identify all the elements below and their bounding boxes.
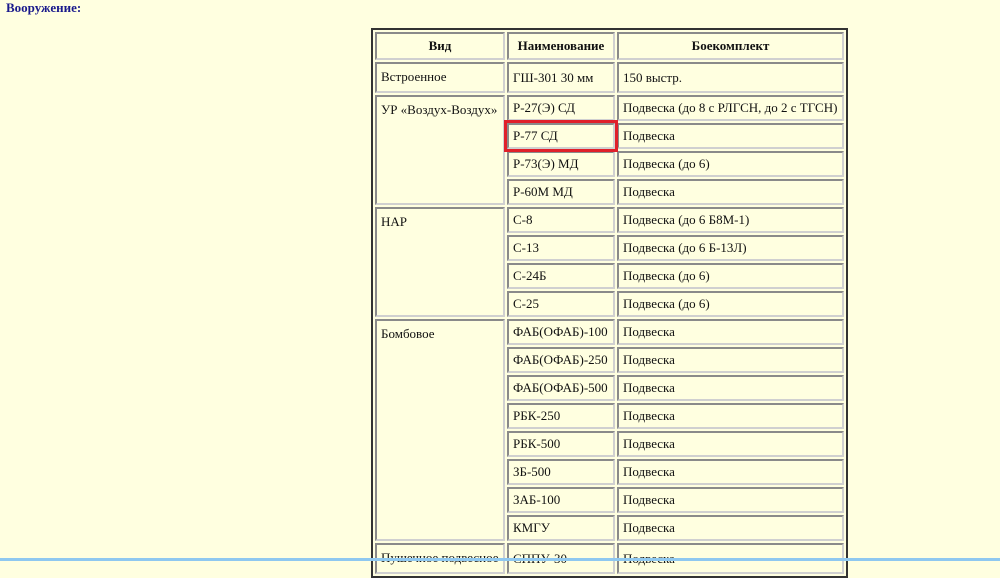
header-ammo: Боекомплект (617, 32, 844, 60)
cell-kind: Бомбовое (375, 319, 505, 541)
cell-ammo: Подвеска (617, 515, 844, 541)
cell-ammo: Подвеска (до 6) (617, 291, 844, 317)
cell-name: ФАБ(ОФАБ)-100 (507, 319, 615, 345)
header-kind: Вид (375, 32, 505, 60)
cell-kind: НАР (375, 207, 505, 317)
cell-ammo: Подвеска (до 6) (617, 151, 844, 177)
cell-ammo: Подвеска (до 8 с РЛГСН, до 2 с ТГСН) (617, 95, 844, 121)
cell-name-highlighted: Р-77 СД (504, 120, 618, 152)
cell-name: ФАБ(ОФАБ)-500 (507, 375, 615, 401)
table-row: НАР С-8 Подвеска (до 6 Б8М-1) (375, 207, 844, 317)
cell-ammo: Подвеска (617, 487, 844, 513)
cell-name: ЗБ-500 (507, 459, 615, 485)
cell-ammo: Подвеска (до 6 Б8М-1) (617, 207, 844, 233)
cell-ammo: Подвеска (617, 123, 844, 149)
cell-ammo: Подвеска (до 6 Б-13Л) (617, 235, 844, 261)
cell-ammo: Подвеска (617, 347, 844, 373)
cell-name: Р-60М МД (507, 179, 615, 205)
cell-name: С-13 (507, 235, 615, 261)
cell-name: ФАБ(ОФАБ)-250 (507, 347, 615, 373)
cell-ammo: Подвеска (617, 179, 844, 205)
cell-kind: УР «Воздух-Воздух» (375, 95, 505, 205)
section-title: Вооружение: (6, 0, 82, 15)
table-row: УР «Воздух-Воздух» Р-27(Э) СД Подвеска (до… (375, 95, 844, 205)
cell-name: Р-73(Э) МД (507, 151, 615, 177)
header-name: Наименование (507, 32, 615, 60)
cell-name: ГШ-301 30 мм (507, 62, 615, 93)
cell-name: Р-27(Э) СД (507, 95, 615, 121)
cell-ammo: Подвеска (617, 459, 844, 485)
cell-name: КМГУ (507, 515, 615, 541)
cell-name: С-8 (507, 207, 615, 233)
armament-table: Вид Наименование Боекомплект Встроенное Г… (371, 28, 848, 578)
cell-name: РБК-500 (507, 431, 615, 457)
cell-name: ЗАБ-100 (507, 487, 615, 513)
table-row: Бомбовое ФАБ(ОФАБ)-100 Подвеска (375, 319, 844, 541)
cell-kind: Встроенное (375, 62, 505, 93)
cell-name: С-24Б (507, 263, 615, 289)
cell-ammo: Подвеска (617, 375, 844, 401)
cell-ammo: 150 выстр. (617, 62, 844, 93)
cell-name: РБК-250 (507, 403, 615, 429)
cell-ammo: Подвеска (617, 403, 844, 429)
cell-name: С-25 (507, 291, 615, 317)
table-row: Встроенное ГШ-301 30 мм 150 выстр. (375, 62, 844, 93)
cell-ammo: Подвеска (617, 431, 844, 457)
cell-ammo: Подвеска (до 6) (617, 263, 844, 289)
table-header-row: Вид Наименование Боекомплект (375, 32, 844, 60)
cell-ammo: Подвеска (617, 319, 844, 345)
